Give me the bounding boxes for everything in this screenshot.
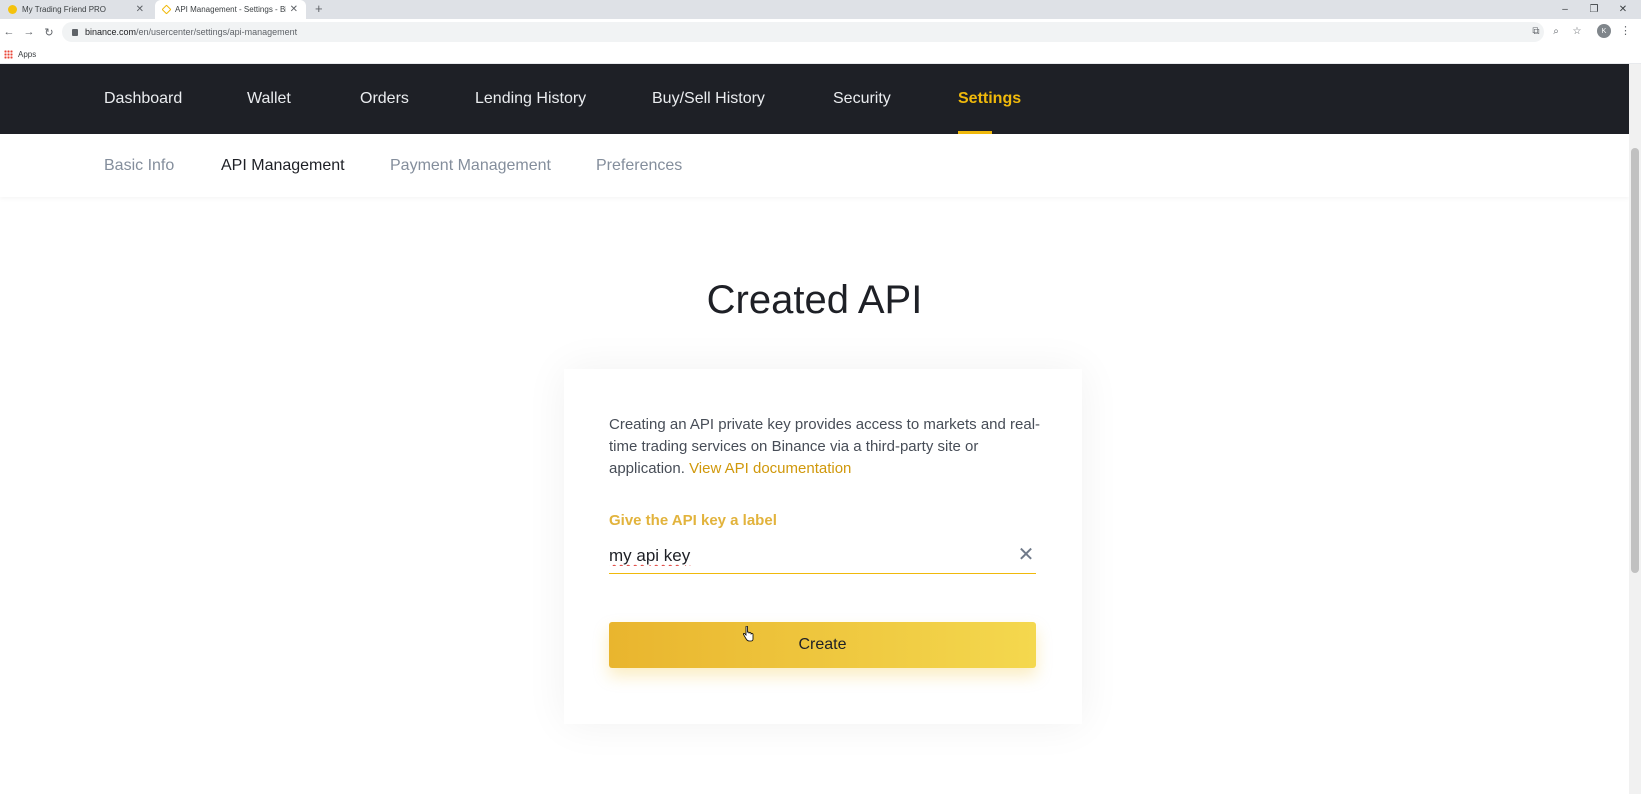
tab-title: API Management - Settings - Bin <box>175 5 286 14</box>
browser-menu-icon[interactable]: ⋮ <box>1620 24 1631 37</box>
minimize-icon[interactable]: – <box>1551 0 1579 19</box>
tab-preferences[interactable]: Preferences <box>596 134 682 197</box>
nav-item-dashboard[interactable]: Dashboard <box>104 64 182 134</box>
api-description: Creating an API private key provides acc… <box>609 414 1049 480</box>
tab-title: My Trading Friend PRO <box>22 5 107 14</box>
clear-input-icon[interactable]: ✕ <box>1016 544 1036 566</box>
nav-item-security[interactable]: Security <box>833 64 891 134</box>
window-close-icon[interactable]: ✕ <box>1609 0 1637 19</box>
tab-basic-info[interactable]: Basic Info <box>104 134 174 197</box>
create-button[interactable]: Create <box>609 622 1036 668</box>
apps-grid-icon <box>4 49 13 59</box>
close-icon[interactable]: ✕ <box>136 4 144 15</box>
translate-icon[interactable]: ⧉ <box>1529 24 1543 38</box>
lock-icon <box>72 28 78 36</box>
browser-tab-trading-friend[interactable]: My Trading Friend PRO ✕ <box>0 0 152 19</box>
page-scrollbar[interactable] <box>1629 64 1641 794</box>
binance-favicon-icon <box>161 4 172 15</box>
tab-payment-management[interactable]: Payment Management <box>390 134 551 197</box>
nav-item-lending-history[interactable]: Lending History <box>475 64 586 134</box>
tab-api-management[interactable]: API Management <box>221 134 345 197</box>
hand-cursor-icon <box>742 626 754 642</box>
new-tab-button[interactable]: + <box>315 1 323 16</box>
apps-bookmark[interactable]: Apps <box>18 50 36 59</box>
api-documentation-link[interactable]: View API documentation <box>689 460 851 477</box>
restore-icon[interactable]: ❐ <box>1580 0 1608 19</box>
bookmark-star-icon[interactable]: ☆ <box>1570 24 1584 38</box>
browser-toolbar: ← → ↻ binance.com/en/usercenter/settings… <box>0 19 1641 45</box>
page-title: Created API <box>706 278 923 322</box>
back-arrow-icon[interactable]: ← <box>0 23 18 41</box>
zoom-icon[interactable]: ⌕ <box>1549 24 1563 38</box>
nav-item-orders[interactable]: Orders <box>360 64 409 134</box>
browser-tab-api-management[interactable]: API Management - Settings - Bin ✕ <box>155 0 306 19</box>
url-host: binance.com <box>85 27 137 37</box>
url-path: /en/usercenter/settings/api-management <box>136 27 298 37</box>
close-icon[interactable]: ✕ <box>290 4 298 15</box>
nav-item-buy-sell-history[interactable]: Buy/Sell History <box>652 64 765 134</box>
bookmarks-bar: Apps <box>0 45 1641 64</box>
settings-sub-navigation: Basic Info API Management Payment Manage… <box>0 134 1629 197</box>
browser-tab-strip: My Trading Friend PRO ✕ API Management -… <box>0 0 1641 19</box>
scrollbar-thumb[interactable] <box>1631 148 1639 573</box>
create-api-card: Creating an API private key provides acc… <box>564 369 1082 724</box>
nav-item-settings[interactable]: Settings <box>958 64 1021 134</box>
address-bar[interactable]: binance.com/en/usercenter/settings/api-m… <box>62 22 1544 42</box>
reload-icon[interactable]: ↻ <box>40 23 58 41</box>
api-label-field: ✕ <box>609 540 1036 574</box>
nav-item-wallet[interactable]: Wallet <box>247 64 291 134</box>
api-label-input[interactable] <box>609 542 999 570</box>
profile-avatar[interactable]: K <box>1597 24 1611 38</box>
top-navigation: Dashboard Wallet Orders Lending History … <box>0 64 1629 134</box>
api-label-field-label: Give the API key a label <box>609 512 777 529</box>
smiley-favicon-icon <box>8 5 17 14</box>
forward-arrow-icon[interactable]: → <box>20 23 38 41</box>
